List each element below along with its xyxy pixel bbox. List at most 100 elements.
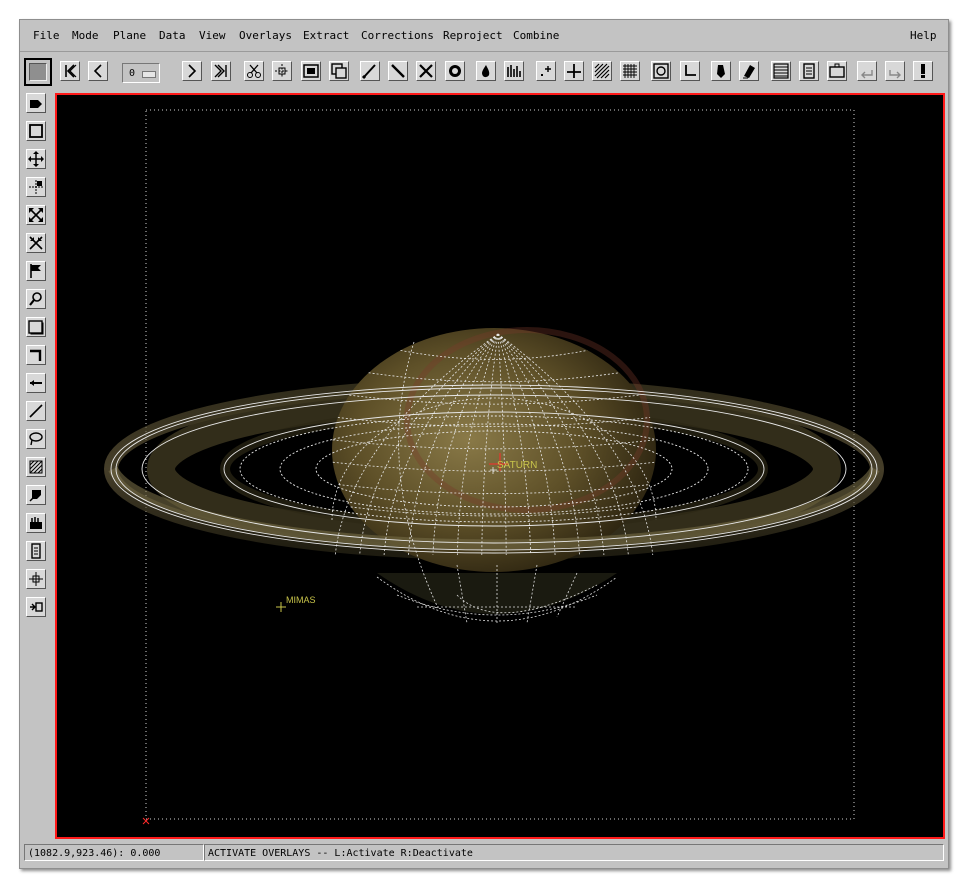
mimas-label: MIMAS xyxy=(286,595,316,605)
menu-help[interactable]: Help xyxy=(910,29,937,42)
window-button[interactable] xyxy=(827,61,847,81)
center-tool[interactable] xyxy=(26,569,46,589)
stretch-tool[interactable] xyxy=(26,177,46,197)
image-viewport[interactable]: SATURN MIMAS xyxy=(55,93,945,839)
center-icon xyxy=(29,572,43,586)
copy-plane-icon xyxy=(331,63,347,79)
clipboard-icon xyxy=(31,543,41,559)
export-tool[interactable] xyxy=(26,597,46,617)
copy-plane-button[interactable] xyxy=(329,61,349,81)
axes-icon xyxy=(567,64,581,78)
pointer-tool[interactable] xyxy=(26,93,46,113)
pencil-button[interactable] xyxy=(711,61,731,81)
eraser-button[interactable] xyxy=(739,61,759,81)
drop-icon xyxy=(482,65,490,78)
menu-mode[interactable]: Mode xyxy=(72,29,99,42)
application-window: File Mode Plane Data View Overlays Extra… xyxy=(19,19,949,869)
hatch-button[interactable] xyxy=(592,61,612,81)
arrow-tool[interactable] xyxy=(26,373,46,393)
axes-button[interactable] xyxy=(564,61,584,81)
paint-icon xyxy=(29,490,41,502)
histogram-button[interactable] xyxy=(504,61,524,81)
frame-button[interactable] xyxy=(301,61,321,81)
crosshair-icon xyxy=(275,64,289,78)
slash-button[interactable] xyxy=(388,61,408,81)
next-plane-button[interactable] xyxy=(182,61,202,81)
frame-tool[interactable] xyxy=(26,317,46,337)
status-bar: (1082.9,923.46): 0.000 ACTIVATE OVERLAYS… xyxy=(22,842,946,864)
lasso-icon xyxy=(29,432,43,446)
stretch-icon xyxy=(29,180,43,194)
arrow-icon xyxy=(30,380,42,386)
flag-icon xyxy=(30,264,41,278)
fill-icon xyxy=(29,460,43,474)
point-button[interactable] xyxy=(536,61,556,81)
grid-icon xyxy=(623,64,637,78)
page-button[interactable] xyxy=(799,61,819,81)
alert-icon xyxy=(921,64,925,78)
table-button[interactable] xyxy=(771,61,791,81)
redo-button[interactable] xyxy=(885,61,905,81)
mimas-marker-icon xyxy=(276,602,286,612)
eraser-icon xyxy=(743,65,755,79)
menu-view[interactable]: View xyxy=(199,29,226,42)
menu-corrections[interactable]: Corrections xyxy=(361,29,434,42)
toolbar xyxy=(20,53,948,85)
lasso-tool[interactable] xyxy=(26,429,46,449)
target-button[interactable] xyxy=(651,61,671,81)
menu-reproject[interactable]: Reproject xyxy=(443,29,503,42)
first-icon xyxy=(65,64,77,78)
menu-combine[interactable]: Combine xyxy=(513,29,559,42)
window-icon xyxy=(829,63,845,78)
magnify-tool[interactable] xyxy=(26,289,46,309)
drop-button[interactable] xyxy=(476,61,496,81)
paint-tool[interactable] xyxy=(26,485,46,505)
cross-out-button[interactable] xyxy=(416,61,436,81)
draw-line-button[interactable] xyxy=(360,61,380,81)
shrink-tool[interactable] xyxy=(26,233,46,253)
menu-data[interactable]: Data xyxy=(159,29,186,42)
previous-icon xyxy=(93,64,102,78)
previous-plane-button[interactable] xyxy=(88,61,108,81)
target-icon xyxy=(653,63,669,79)
corner-button[interactable] xyxy=(680,61,700,81)
table-icon xyxy=(773,63,789,79)
menu-overlays[interactable]: Overlays xyxy=(239,29,292,42)
rectangle-icon xyxy=(29,124,43,138)
cut-icon xyxy=(247,64,261,78)
menu-file[interactable]: File xyxy=(33,29,60,42)
clipboard-tool[interactable] xyxy=(26,541,46,561)
pencil-icon xyxy=(717,65,725,78)
expand-icon xyxy=(29,208,43,222)
redo-icon xyxy=(889,70,901,79)
shrink-icon xyxy=(29,236,43,250)
histogram-icon xyxy=(507,65,521,77)
corner-icon xyxy=(30,349,42,361)
alert-button[interactable] xyxy=(913,61,933,81)
line-tool[interactable] xyxy=(26,401,46,421)
move-tool[interactable] xyxy=(26,149,46,169)
planet-body xyxy=(332,328,656,572)
menu-extract[interactable]: Extract xyxy=(303,29,349,42)
pointer-icon xyxy=(30,100,42,108)
grid-button[interactable] xyxy=(620,61,640,81)
crosshair-button[interactable] xyxy=(272,61,292,81)
menu-plane[interactable]: Plane xyxy=(113,29,146,42)
undo-button[interactable] xyxy=(857,61,877,81)
hatch-icon xyxy=(594,63,610,79)
stamp-tool[interactable] xyxy=(26,513,46,533)
fill-tool[interactable] xyxy=(26,457,46,477)
corner-icon xyxy=(685,65,696,76)
corner-tool[interactable] xyxy=(26,345,46,365)
first-plane-button[interactable] xyxy=(60,61,80,81)
line-icon xyxy=(29,404,43,418)
cut-button[interactable] xyxy=(244,61,264,81)
export-icon xyxy=(30,602,43,612)
rectangle-tool[interactable] xyxy=(26,121,46,141)
expand-tool[interactable] xyxy=(26,205,46,225)
circle-button[interactable] xyxy=(445,61,465,81)
flag-tool[interactable] xyxy=(26,261,46,281)
last-plane-button[interactable] xyxy=(211,61,231,81)
page-icon xyxy=(803,63,815,79)
slash-icon xyxy=(391,64,405,78)
